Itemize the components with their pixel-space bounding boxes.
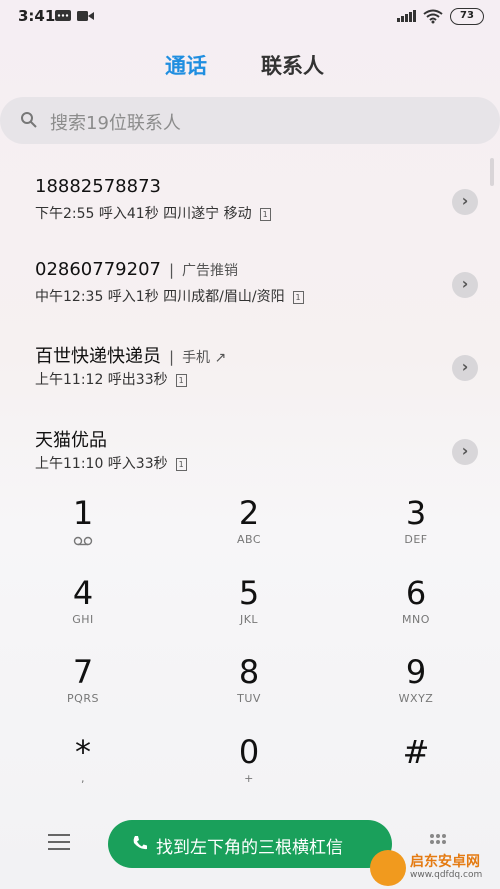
- chevron-right-icon: ›: [461, 441, 469, 460]
- sim-card-icon: 1: [175, 457, 187, 471]
- message-icon: [55, 10, 71, 21]
- search-placeholder: 搜索19位联系人: [50, 113, 181, 134]
- tab-bar: 通话 联系人: [0, 50, 500, 80]
- key-0[interactable]: 0 +: [189, 734, 309, 798]
- signal-icon: [397, 10, 416, 22]
- key-letters: WXYZ: [398, 692, 434, 705]
- key-digit: *: [75, 733, 91, 771]
- call-name: 百世快递快递员: [35, 346, 161, 367]
- call-button[interactable]: 找到左下角的三根横杠信: [108, 820, 392, 868]
- separator: |: [169, 348, 175, 366]
- watermark-url: www.qdfdq.com: [410, 870, 483, 880]
- call-button-label: 找到左下角的三根横杠信: [156, 838, 343, 858]
- tab-contacts[interactable]: 联系人: [261, 50, 324, 80]
- phone-icon: [133, 836, 147, 850]
- call-detail: 中午12:35 呼入1秒 四川成都/眉山/资阳: [35, 289, 285, 305]
- status-bar: 3:41 73: [0, 0, 500, 34]
- status-time: 3:41: [18, 7, 56, 25]
- key-digit: 6: [405, 574, 427, 612]
- key-1[interactable]: 1: [23, 495, 143, 559]
- call-name: 天猫优品: [35, 430, 107, 451]
- watermark-logo: [370, 850, 406, 886]
- key-letters: +: [244, 772, 254, 785]
- call-detail: 上午11:10 呼入33秒: [35, 456, 168, 472]
- key-letters: MNO: [402, 613, 430, 626]
- call-log-item[interactable]: 天猫优品 上午11:10 呼入33秒 1 ›: [0, 426, 500, 502]
- video-icon: [77, 11, 94, 21]
- key-letters: TUV: [237, 692, 261, 705]
- call-tag: 手机 ↗: [182, 350, 227, 366]
- key-3[interactable]: 3 DEF: [356, 495, 476, 559]
- search-input[interactable]: 搜索19位联系人: [0, 97, 500, 144]
- chevron-right-icon: ›: [461, 274, 469, 293]
- call-detail: 下午2:55 呼入41秒 四川遂宁 移动: [35, 206, 252, 222]
- key-letters: GHI: [72, 613, 94, 626]
- battery-indicator: 73: [450, 8, 484, 25]
- call-details-button[interactable]: ›: [452, 189, 478, 215]
- menu-icon[interactable]: [48, 834, 70, 854]
- search-icon: [21, 112, 37, 128]
- call-log-item[interactable]: 18882578873 下午2:55 呼入41秒 四川遂宁 移动 1 ›: [0, 176, 500, 252]
- key-digit: #: [402, 733, 430, 771]
- key-2[interactable]: 2 ABC: [189, 495, 309, 559]
- separator: |: [168, 261, 175, 279]
- key-digit: 4: [72, 574, 94, 612]
- call-details-button[interactable]: ›: [452, 355, 478, 381]
- tab-calls[interactable]: 通话: [165, 50, 207, 80]
- watermark-text: 启东安卓网: [410, 854, 480, 870]
- key-star[interactable]: * ,: [23, 734, 143, 798]
- call-detail: 上午11:12 呼出33秒: [35, 372, 168, 388]
- key-digit: 1: [72, 494, 94, 532]
- key-letters: DEF: [404, 533, 428, 546]
- voicemail-icon: [73, 536, 93, 546]
- key-digit: 3: [405, 494, 427, 532]
- call-log-item[interactable]: 百世快递快递员 | 手机 ↗ 上午11:12 呼出33秒 1 ›: [0, 342, 500, 418]
- call-details-button[interactable]: ›: [452, 272, 478, 298]
- call-tag: 广告推销: [182, 263, 239, 279]
- key-digit: 8: [238, 653, 260, 691]
- call-name: 18882578873: [35, 176, 161, 197]
- key-letters: JKL: [239, 613, 259, 626]
- chevron-right-icon: ›: [461, 191, 469, 210]
- key-8[interactable]: 8 TUV: [189, 654, 309, 718]
- key-letters: ABC: [236, 533, 262, 546]
- watermark: 启东安卓网 www.qdfdq.com: [370, 850, 496, 886]
- key-hash[interactable]: #: [356, 734, 476, 798]
- sim-card-icon: 1: [292, 290, 304, 304]
- key-digit: 7: [72, 653, 94, 691]
- wifi-icon: [423, 9, 443, 24]
- key-5[interactable]: 5 JKL: [189, 575, 309, 639]
- key-digit: 9: [405, 653, 427, 691]
- key-7[interactable]: 7 PQRS: [23, 654, 143, 718]
- key-digit: 5: [238, 574, 260, 612]
- sim-card-icon: 1: [259, 207, 271, 221]
- call-details-button[interactable]: ›: [452, 439, 478, 465]
- key-letters: PQRS: [67, 692, 99, 705]
- key-4[interactable]: 4 GHI: [23, 575, 143, 639]
- key-letters: ,: [81, 772, 85, 785]
- sim-card-icon: 1: [175, 373, 187, 387]
- call-log-item[interactable]: 02860779207 | 广告推销 中午12:35 呼入1秒 四川成都/眉山/资阳…: [0, 259, 500, 335]
- key-digit: 0: [238, 733, 260, 771]
- key-6[interactable]: 6 MNO: [356, 575, 476, 639]
- key-digit: 2: [238, 494, 260, 532]
- call-name: 02860779207: [35, 259, 161, 280]
- key-9[interactable]: 9 WXYZ: [356, 654, 476, 718]
- chevron-right-icon: ›: [461, 357, 469, 376]
